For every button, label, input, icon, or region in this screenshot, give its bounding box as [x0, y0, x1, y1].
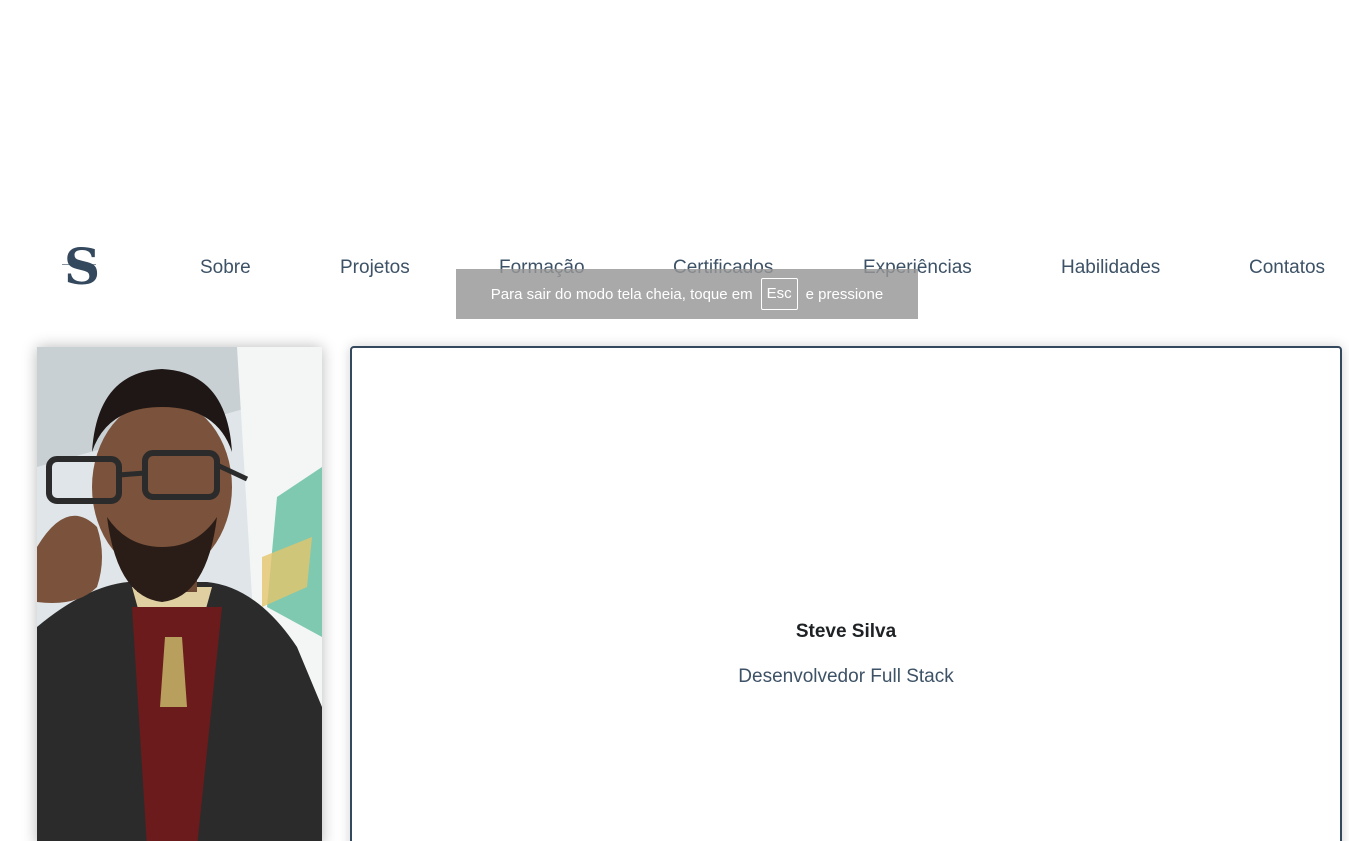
nav-item-contatos[interactable]: Contatos [1249, 257, 1325, 279]
fullscreen-notice-text-before: Para sair do modo tela cheia, toque em [490, 285, 753, 303]
page: S Sobre Projetos Formação Certificados E… [0, 0, 1349, 841]
profile-name: Steve Silva [795, 621, 897, 642]
site-logo[interactable]: S [60, 237, 102, 296]
nav-item-projetos[interactable]: Projetos [340, 257, 410, 279]
profile-photo-card [37, 347, 322, 841]
nav-item-sobre[interactable]: Sobre [200, 257, 251, 279]
fullscreen-exit-notice: Para sair do modo tela cheia, toque em E… [456, 269, 918, 319]
nav-item-habilidades[interactable]: Habilidades [1061, 257, 1160, 279]
profile-role: Desenvolvedor Full Stack [738, 666, 954, 687]
initial-logo-icon: S [62, 237, 100, 296]
esc-key-badge: Esc [760, 278, 798, 310]
fullscreen-notice-text-after: e pressione [805, 285, 884, 303]
intro-card: Steve Silva Desenvolvedor Full Stack [350, 346, 1342, 841]
profile-photo-icon [37, 347, 322, 841]
